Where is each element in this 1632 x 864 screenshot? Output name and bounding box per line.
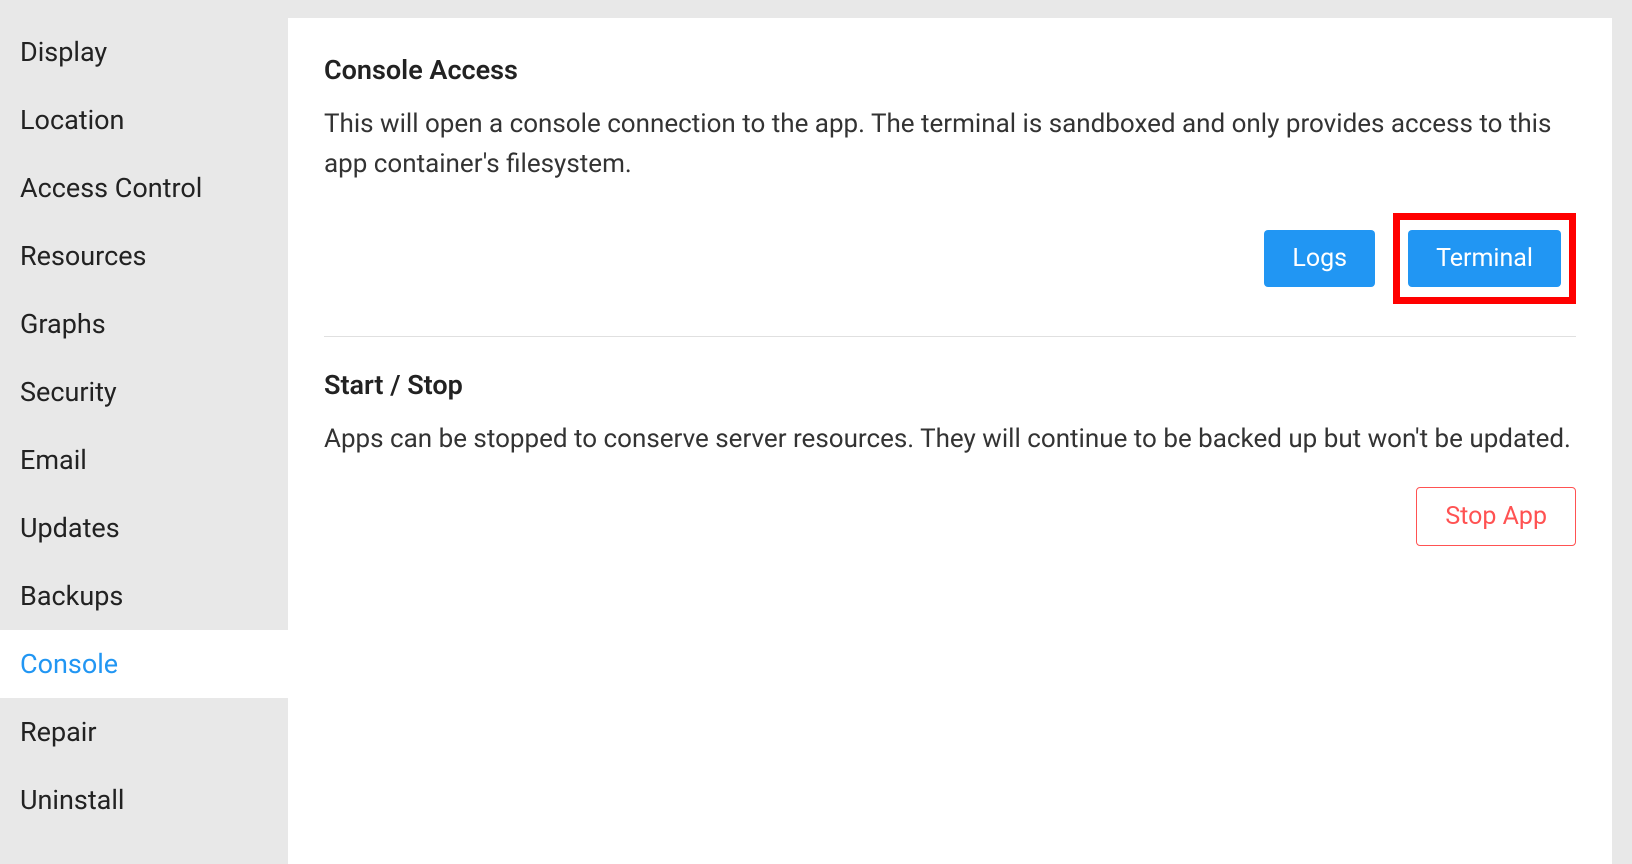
start-stop-buttons: Stop App [324, 487, 1576, 546]
terminal-button[interactable]: Terminal [1408, 230, 1561, 287]
sidebar-item-label: Backups [20, 580, 123, 612]
sidebar-item-label: Location [20, 104, 124, 136]
sidebar-item-console[interactable]: Console [0, 630, 288, 698]
sidebar-item-security[interactable]: Security [0, 358, 288, 426]
console-access-heading: Console Access [324, 54, 1576, 86]
sidebar: Display Location Access Control Resource… [0, 18, 288, 864]
sidebar-item-label: Display [20, 36, 107, 68]
start-stop-section: Start / Stop Apps can be stopped to cons… [324, 336, 1576, 578]
sidebar-item-label: Access Control [20, 172, 202, 204]
sidebar-item-location[interactable]: Location [0, 86, 288, 154]
console-access-section: Console Access This will open a console … [324, 54, 1576, 336]
sidebar-item-repair[interactable]: Repair [0, 698, 288, 766]
main-content: Console Access This will open a console … [288, 18, 1612, 864]
stop-app-button[interactable]: Stop App [1416, 487, 1576, 546]
sidebar-item-label: Repair [20, 716, 97, 748]
sidebar-item-label: Updates [20, 512, 120, 544]
console-access-buttons: Logs Terminal [324, 213, 1576, 304]
sidebar-item-updates[interactable]: Updates [0, 494, 288, 562]
sidebar-item-access-control[interactable]: Access Control [0, 154, 288, 222]
sidebar-item-label: Email [20, 444, 87, 476]
sidebar-item-graphs[interactable]: Graphs [0, 290, 288, 358]
sidebar-item-label: Security [20, 376, 117, 408]
sidebar-item-label: Uninstall [20, 784, 124, 816]
sidebar-item-resources[interactable]: Resources [0, 222, 288, 290]
console-access-description: This will open a console connection to t… [324, 104, 1576, 185]
app-settings-page: Display Location Access Control Resource… [0, 0, 1632, 864]
start-stop-description: Apps can be stopped to conserve server r… [324, 419, 1576, 459]
logs-button[interactable]: Logs [1264, 230, 1375, 287]
highlight-annotation: Terminal [1393, 213, 1576, 304]
sidebar-item-label: Resources [20, 240, 146, 272]
start-stop-heading: Start / Stop [324, 369, 1576, 401]
sidebar-item-label: Graphs [20, 308, 106, 340]
sidebar-item-uninstall[interactable]: Uninstall [0, 766, 288, 834]
sidebar-item-backups[interactable]: Backups [0, 562, 288, 630]
sidebar-item-label: Console [20, 648, 118, 680]
sidebar-item-display[interactable]: Display [0, 18, 288, 86]
sidebar-item-email[interactable]: Email [0, 426, 288, 494]
